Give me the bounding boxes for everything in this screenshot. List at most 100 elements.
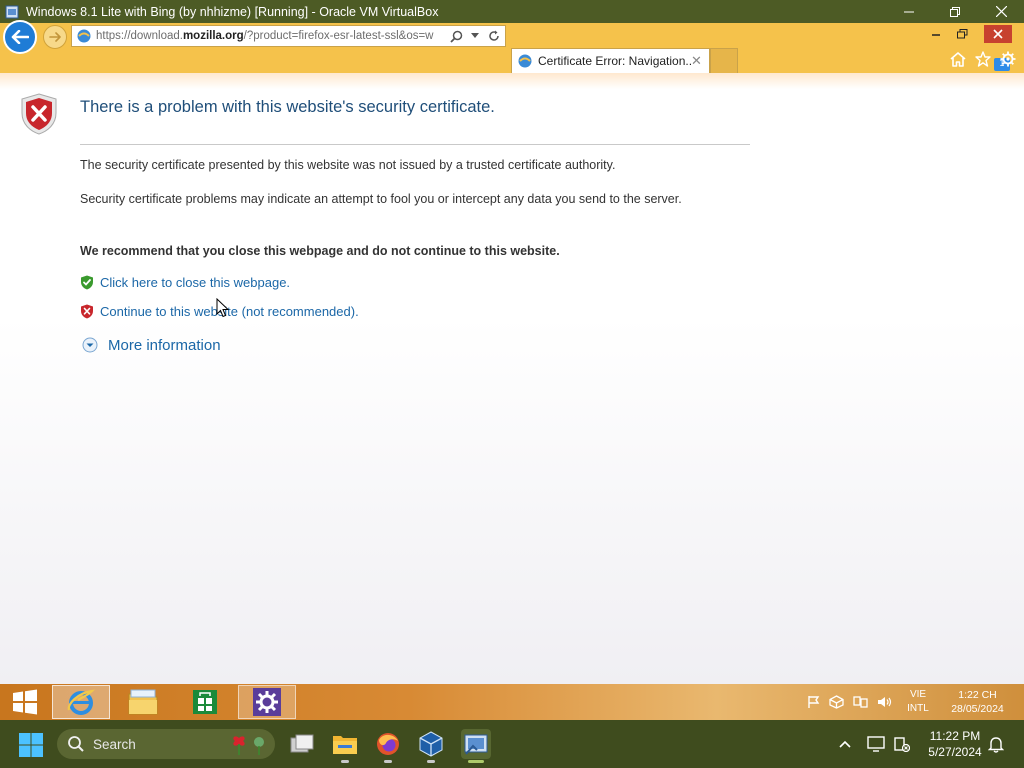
minimize-icon (904, 11, 914, 12)
virtualbox-icon (419, 731, 443, 757)
tab-close-button[interactable]: ✕ (691, 53, 705, 69)
forward-arrow-icon (49, 32, 61, 42)
tab-certificate-error[interactable]: Certificate Error: Navigation... ✕ (511, 48, 710, 73)
back-button[interactable] (3, 20, 37, 54)
restore-icon (950, 6, 960, 17)
guest-taskbar-internet-explorer[interactable] (52, 685, 110, 719)
address-bar[interactable]: https://download.mozilla.org/?product=fi… (71, 25, 506, 47)
more-information-toggle[interactable]: More information (82, 335, 221, 355)
folder-icon (333, 736, 357, 754)
gear-icon (253, 688, 281, 716)
show-hidden-icons-button[interactable] (835, 734, 855, 754)
host-taskbar: Search 11:22 PM 5/27/2024 (0, 720, 1024, 768)
title-divider (80, 144, 750, 145)
back-arrow-icon (11, 30, 29, 44)
certificate-error-icon (77, 29, 91, 43)
guest-taskbar-store[interactable] (176, 685, 234, 719)
display-tray-icon[interactable] (866, 734, 886, 754)
store-icon (193, 690, 217, 714)
red-shield-x-icon (81, 304, 93, 318)
chevron-down-circle-icon (82, 337, 98, 353)
virtualbox-tray-icon[interactable] (828, 694, 844, 710)
close-webpage-option[interactable]: Click here to close this webpage. (80, 273, 290, 291)
browser-restore-button[interactable] (948, 25, 976, 43)
host-taskbar-virtualbox[interactable] (416, 729, 446, 763)
virtualbox-icon (5, 5, 19, 18)
forward-button[interactable] (43, 25, 67, 49)
guest-taskbar-file-explorer[interactable] (114, 685, 172, 719)
search-label: Search (93, 736, 136, 752)
host-taskbar-vm-window[interactable] (461, 729, 491, 763)
browser-minimize-button[interactable] (922, 25, 950, 43)
chevron-up-icon (839, 740, 851, 748)
home-icon (950, 51, 966, 67)
search-icon (68, 736, 84, 752)
continue-website-link[interactable]: Continue to this website (not recommende… (100, 304, 359, 319)
running-indicator (384, 760, 392, 763)
minimize-icon (932, 34, 940, 36)
search-button[interactable] (448, 28, 464, 44)
close-button[interactable] (978, 0, 1024, 23)
volume-icon[interactable] (876, 694, 892, 710)
windows-logo-icon (13, 689, 37, 715)
new-tab-button[interactable] (710, 48, 738, 73)
browser-frame: 1 https://download.mozilla.org/?product=… (0, 20, 1024, 73)
page-content: There is a problem with this website's s… (0, 73, 1024, 684)
guest-taskbar: VIE INTL 1:22 CH 28/05/2024 (0, 684, 1024, 720)
content-top-fade (0, 73, 1024, 89)
restore-button[interactable] (932, 0, 978, 23)
restore-icon (956, 29, 967, 39)
vm-window-icon (464, 734, 488, 755)
firefox-icon (377, 733, 399, 755)
windows-start-icon[interactable] (18, 732, 44, 758)
host-time: 11:22 PM (929, 729, 981, 743)
task-view-icon (290, 734, 314, 753)
guest-date: 28/05/2024 (951, 703, 1004, 715)
address-dropdown-button[interactable] (467, 28, 483, 44)
security-error-shield-icon (21, 93, 57, 135)
recommendation-text: We recommend that you close this webpage… (80, 244, 560, 258)
certificate-message: The security certificate presented by th… (80, 158, 616, 172)
folder-icon (128, 689, 158, 715)
refresh-button[interactable] (486, 28, 502, 44)
page-title: There is a problem with this website's s… (80, 98, 495, 116)
search-highlight-flower-icon (233, 736, 264, 755)
address-url[interactable]: https://download.mozilla.org/?product=fi… (96, 30, 448, 42)
green-shield-check-icon (81, 275, 93, 289)
tools-button[interactable] (998, 49, 1018, 69)
host-window-titlebar: Windows 8.1 Lite with Bing (by nhhizme) … (0, 0, 1024, 23)
action-center-flag-icon[interactable] (806, 694, 822, 710)
guest-time: 1:22 CH (958, 689, 997, 701)
host-taskbar-file-explorer[interactable] (330, 729, 360, 763)
internet-explorer-icon (67, 689, 96, 715)
monitor-icon (867, 736, 885, 752)
input-language-indicator[interactable]: VIE INTL (903, 688, 933, 716)
guest-taskbar-settings[interactable] (238, 685, 296, 719)
notifications-button[interactable] (986, 734, 1006, 754)
gear-icon (1000, 51, 1016, 67)
certificate-warning: Security certificate problems may indica… (80, 192, 682, 206)
running-indicator (341, 760, 349, 763)
mouse-cursor-icon (216, 298, 229, 318)
guest-start-button[interactable] (2, 685, 48, 719)
more-information-label[interactable]: More information (108, 337, 221, 354)
close-icon (993, 29, 1003, 39)
favorites-button[interactable] (973, 49, 993, 69)
close-webpage-link[interactable]: Click here to close this webpage. (100, 275, 290, 290)
minimize-button[interactable] (886, 0, 932, 23)
search-icon (449, 30, 462, 43)
chevron-down-icon (471, 33, 479, 38)
running-indicator (427, 760, 435, 763)
ie-page-icon (518, 54, 532, 68)
network-icon[interactable] (852, 694, 868, 710)
host-date: 5/27/2024 (928, 745, 982, 759)
host-taskbar-firefox[interactable] (373, 729, 403, 763)
task-view-button[interactable] (287, 729, 317, 759)
guest-clock[interactable]: 1:22 CH 28/05/2024 (940, 688, 1015, 716)
browser-close-button[interactable] (984, 25, 1012, 43)
refresh-icon (489, 30, 499, 41)
home-button[interactable] (948, 49, 968, 69)
host-clock[interactable]: 11:22 PM 5/27/2024 (920, 728, 990, 760)
network-disconnected-icon[interactable] (891, 734, 911, 754)
taskbar-search-box[interactable]: Search (57, 729, 275, 759)
